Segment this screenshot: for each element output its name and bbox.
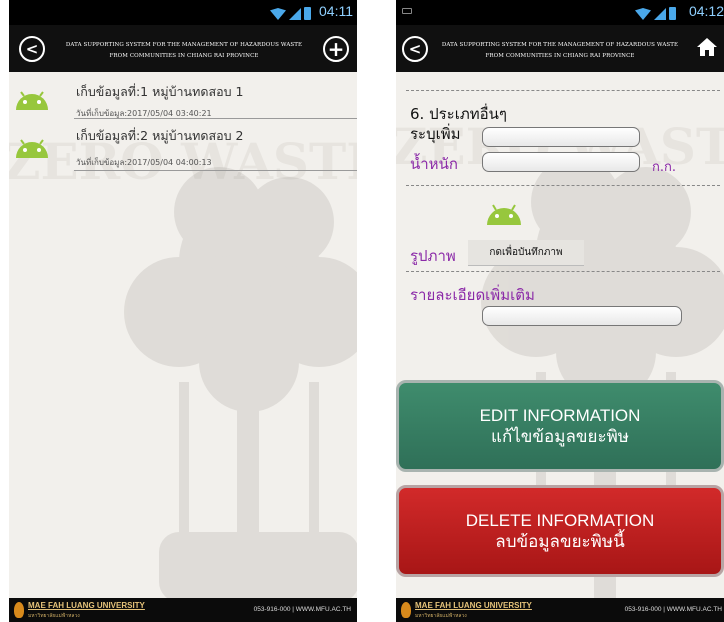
weight-input[interactable] <box>482 152 640 172</box>
left-phone-screen: 04:11 < DATA SUPPORTING SYSTEM FOR THE M… <box>9 0 357 622</box>
list-content: ZERO WASTE เก็บข้อมูลที่:1 หมู่บ้านทดสอบ… <box>9 72 357 598</box>
status-time: 04:12 <box>688 3 724 19</box>
list-item-date: วันที่เก็บข้อมูล:2017/05/04 04:00:13 <box>76 158 212 167</box>
form-content: ZERO WASTE 6. ประเภทอื่นๆ ระบุเพิ่ม น้ำห… <box>396 72 724 598</box>
photo-label: รูปภาพ <box>410 247 456 265</box>
back-icon[interactable]: < <box>19 36 45 62</box>
wifi-icon <box>270 8 286 20</box>
status-bar: 04:12 <box>396 0 724 25</box>
app-bar: < DATA SUPPORTING SYSTEM FOR THE MANAGEM… <box>396 25 724 72</box>
weight-unit: ก.ก. <box>652 160 677 175</box>
notification-icon <box>402 8 412 14</box>
divider <box>406 185 720 186</box>
app-title-line1: DATA SUPPORTING SYSTEM FOR THE MANAGEMEN… <box>441 42 679 48</box>
status-time: 04:11 <box>319 3 353 19</box>
specify-input[interactable] <box>482 127 640 147</box>
specify-label: ระบุเพิ่ม <box>410 125 461 143</box>
weight-label: น้ำหนัก <box>410 155 458 173</box>
footer-university-th: มหาวิทยาลัยแม่ฟ้าหลวง <box>28 613 80 619</box>
footer: MAE FAH LUANG UNIVERSITY มหาวิทยาลัยแม่ฟ… <box>396 598 724 622</box>
footer-university-th: มหาวิทยาลัยแม่ฟ้าหลวง <box>415 613 467 619</box>
edit-button-label-th: แก้ไขข้อมูลขยะพิษ <box>490 427 629 446</box>
university-logo-icon <box>14 602 24 618</box>
status-icons <box>635 6 676 20</box>
status-icons <box>270 6 311 20</box>
signal-icon <box>654 8 666 20</box>
battery-icon <box>669 7 676 20</box>
delete-button-label-th: ลบข้อมูลขยะพิษนี้ <box>495 532 625 551</box>
footer-contact: 053-916-000 | WWW.MFU.AC.TH <box>253 606 351 613</box>
right-phone-screen: 04:12 < DATA SUPPORTING SYSTEM FOR THE M… <box>396 0 724 622</box>
details-input[interactable] <box>482 306 682 326</box>
tree-watermark-icon <box>124 167 357 598</box>
footer: MAE FAH LUANG UNIVERSITY มหาวิทยาลัยแม่ฟ… <box>9 598 357 622</box>
app-title: DATA SUPPORTING SYSTEM FOR THE MANAGEMEN… <box>432 40 688 62</box>
signal-icon <box>289 8 301 20</box>
app-title: DATA SUPPORTING SYSTEM FOR THE MANAGEMEN… <box>51 40 317 62</box>
android-icon <box>16 139 48 158</box>
delete-information-button[interactable]: DELETE INFORMATION ลบข้อมูลขยะพิษนี้ <box>396 485 724 577</box>
add-icon[interactable]: + <box>323 36 349 62</box>
university-logo-icon <box>401 602 411 618</box>
divider <box>74 170 357 171</box>
footer-university[interactable]: MAE FAH LUANG UNIVERSITY <box>415 601 532 610</box>
details-label: รายละเอียดเพิ่มเติม <box>410 286 535 304</box>
list-item-title: เก็บข้อมูลที่:2 หมู่บ้านทดสอบ 2 <box>76 128 244 143</box>
app-bar: < DATA SUPPORTING SYSTEM FOR THE MANAGEM… <box>9 25 357 72</box>
edit-information-button[interactable]: EDIT INFORMATION แก้ไขข้อมูลขยะพิษ <box>396 380 724 472</box>
edit-button-label-en: EDIT INFORMATION <box>479 406 641 425</box>
list-item[interactable]: เก็บข้อมูลที่:2 หมู่บ้านทดสอบ 2 วันที่เก… <box>9 122 357 167</box>
list-item-title: เก็บข้อมูลที่:1 หมู่บ้านทดสอบ 1 <box>76 84 244 99</box>
divider <box>406 271 720 272</box>
list-item[interactable]: เก็บข้อมูลที่:1 หมู่บ้านทดสอบ 1 วันที่เก… <box>9 74 357 118</box>
footer-university[interactable]: MAE FAH LUANG UNIVERSITY <box>28 601 145 610</box>
battery-icon <box>304 7 311 20</box>
divider <box>406 90 720 91</box>
status-bar: 04:11 <box>9 0 357 25</box>
app-title-line1: DATA SUPPORTING SYSTEM FOR THE MANAGEMEN… <box>65 42 303 48</box>
footer-contact: 053-916-000 | WWW.MFU.AC.TH <box>624 606 722 613</box>
android-icon <box>16 91 48 110</box>
capture-photo-button[interactable]: กดเพื่อบันทึกภาพ <box>468 240 584 266</box>
home-icon[interactable] <box>696 36 718 58</box>
android-icon <box>487 204 521 225</box>
back-icon[interactable]: < <box>402 36 428 62</box>
wifi-icon <box>635 8 651 20</box>
app-title-line2: FROM COMMUNITIES IN CHIANG RAI PROVINCE <box>485 53 635 59</box>
divider <box>74 118 357 119</box>
app-title-line2: FROM COMMUNITIES IN CHIANG RAI PROVINCE <box>109 53 259 59</box>
delete-button-label-en: DELETE INFORMATION <box>465 511 655 530</box>
